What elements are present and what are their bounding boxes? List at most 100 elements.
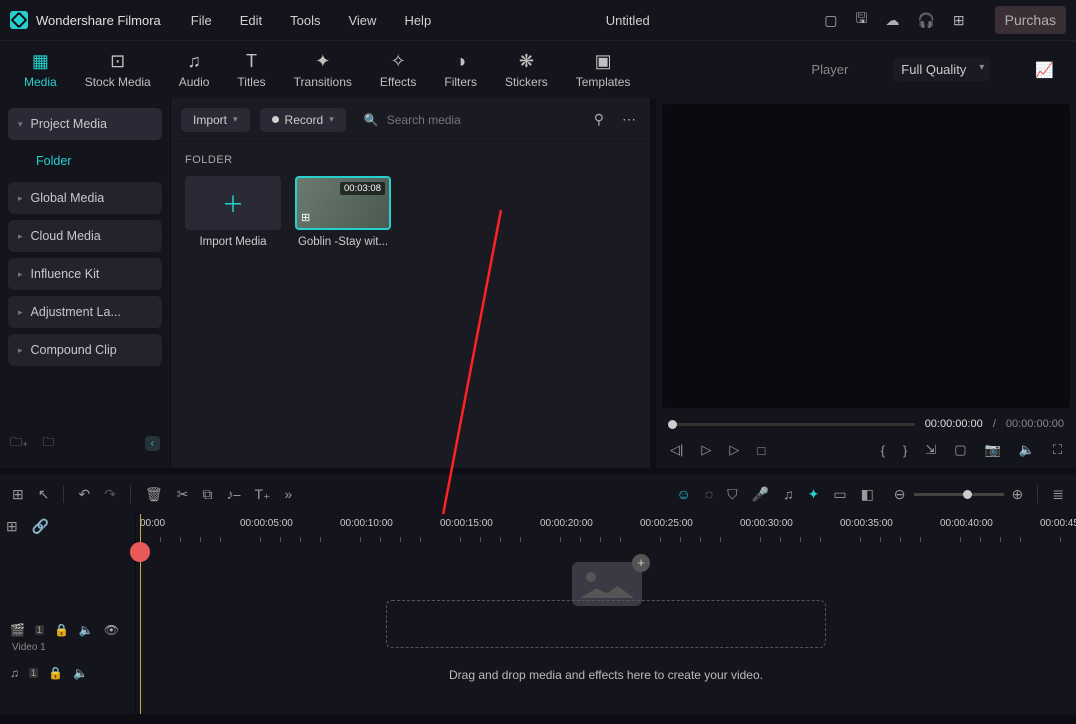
track-height-icon[interactable]: ≣ xyxy=(1052,486,1064,503)
tab-transitions[interactable]: ✦ Transitions xyxy=(280,41,366,98)
scene-detect-icon: ⊞ xyxy=(301,211,310,224)
export-icon[interactable]: ⇲ xyxy=(925,442,936,458)
music-icon[interactable]: ♫ xyxy=(783,486,794,502)
mute-icon[interactable]: 🔈 xyxy=(73,666,88,680)
preview-panel: 00:00:00:00 / 00:00:00:00 ◁| ▷ ▷ □ { } ⇲… xyxy=(656,98,1076,468)
ruler-tick: 00:00 xyxy=(140,518,165,529)
mic-icon[interactable]: 🎤 xyxy=(752,486,769,503)
drop-zone[interactable] xyxy=(386,600,826,648)
fullscreen-icon[interactable]: ⛶ xyxy=(1053,442,1062,458)
sidebar-item-global-media[interactable]: ▸Global Media xyxy=(8,182,162,214)
visibility-icon[interactable]: 👁 xyxy=(104,623,119,637)
undo-icon[interactable]: ↶ xyxy=(78,486,90,503)
grid-icon[interactable]: ⊞ xyxy=(12,486,24,503)
menu-help[interactable]: Help xyxy=(404,13,431,28)
quality-select[interactable]: Full Quality xyxy=(893,58,990,81)
circle-tool-icon[interactable]: ◌ xyxy=(705,486,713,502)
zoom-slider[interactable] xyxy=(914,493,1004,496)
audio-track-header[interactable]: ♫1 🔒 🔈 xyxy=(0,657,135,689)
progress-slider[interactable] xyxy=(668,423,915,426)
play-forward-icon[interactable]: ▷ xyxy=(729,442,739,458)
sidebar-item-compound-clip[interactable]: ▸Compound Clip xyxy=(8,334,162,366)
tab-transitions-label: Transitions xyxy=(294,75,352,89)
sidebar-item-label: Compound Clip xyxy=(31,343,117,357)
import-button[interactable]: Import▾ xyxy=(181,108,250,132)
tab-audio[interactable]: ♫Audio xyxy=(165,41,224,98)
sidebar-item-adjustment-layer[interactable]: ▸Adjustment La... xyxy=(8,296,162,328)
purchase-button[interactable]: Purchas xyxy=(995,6,1066,34)
total-time: 00:00:00:00 xyxy=(1006,418,1064,430)
support-icon[interactable]: 🎧 xyxy=(917,12,934,29)
sidebar-sub-folder[interactable]: Folder xyxy=(8,146,162,176)
menu-tools[interactable]: Tools xyxy=(290,13,320,28)
chevron-down-icon: ▾ xyxy=(233,114,238,125)
add-track-icon[interactable]: ⊞ xyxy=(6,518,18,535)
sidebar-item-cloud-media[interactable]: ▸Cloud Media xyxy=(8,220,162,252)
tab-titles[interactable]: TTitles xyxy=(223,41,279,98)
snapshot-icon[interactable]: 📈 xyxy=(1035,61,1054,79)
media-clip[interactable]: 00:03:08 ⊞ Goblin -Stay wit... xyxy=(295,176,391,248)
track-area[interactable]: 00:0000:00:05:0000:00:10:0000:00:15:0000… xyxy=(136,514,1076,714)
filter-icon[interactable]: ⚲ xyxy=(590,111,608,128)
volume-icon[interactable]: 🔈 xyxy=(1019,442,1035,458)
lock-icon[interactable]: 🔒 xyxy=(48,666,63,680)
cloud-icon[interactable]: ☁ xyxy=(885,12,899,29)
ruler-tick: 00:00:20:00 xyxy=(540,518,593,529)
prev-frame-icon[interactable]: ◁| xyxy=(670,442,683,458)
mark-out-icon[interactable]: } xyxy=(903,443,907,458)
search-input[interactable] xyxy=(387,113,572,127)
tab-effects[interactable]: ✧Effects xyxy=(366,41,430,98)
sidebar-item-project-media[interactable]: ▾Project Media xyxy=(8,108,162,140)
beat-icon[interactable]: ♪⎯ xyxy=(226,486,240,503)
caption-icon[interactable]: ◧ xyxy=(861,486,874,503)
mark-in-icon[interactable]: { xyxy=(881,443,885,458)
save-icon[interactable]: 🖫 xyxy=(856,8,868,32)
menu-edit[interactable]: Edit xyxy=(240,13,262,28)
zoom-out-icon[interactable]: ⊖ xyxy=(894,486,906,503)
preview-viewport[interactable] xyxy=(662,104,1070,408)
cut-icon[interactable]: ✂ xyxy=(177,486,189,503)
ai-icon[interactable]: ☺ xyxy=(677,486,691,502)
monitor-icon[interactable]: ▢ xyxy=(954,442,966,458)
snapshot-icon[interactable]: 📷 xyxy=(985,442,1001,458)
mute-icon[interactable]: 🔈 xyxy=(79,623,94,637)
crop-icon[interactable]: ⧉ xyxy=(202,486,212,503)
ruler-tick: 00:00:35:00 xyxy=(840,518,893,529)
text-icon[interactable]: T₊ xyxy=(254,486,270,503)
lock-icon[interactable]: 🔒 xyxy=(54,623,69,637)
delete-icon[interactable]: 🗑 xyxy=(145,486,163,503)
zoom-in-icon[interactable]: ⊕ xyxy=(1012,486,1024,503)
playhead[interactable] xyxy=(140,514,141,714)
apps-icon[interactable]: ⊞ xyxy=(953,12,965,29)
tab-stickers[interactable]: ❋Stickers xyxy=(491,41,562,98)
tab-filters[interactable]: ◑Filters xyxy=(430,41,491,98)
stop-icon[interactable]: □ xyxy=(757,443,765,458)
keyframe-icon[interactable]: ✦ xyxy=(808,486,820,503)
link-icon[interactable]: 🔗 xyxy=(32,518,49,535)
tab-media[interactable]: ▦Media xyxy=(10,41,71,98)
more-tools-icon[interactable]: » xyxy=(284,486,292,502)
chevron-right-icon: ▸ xyxy=(18,269,23,280)
media-toolbar: Import▾ Record▾ 🔍 ⚲ ⋯ xyxy=(171,98,650,142)
sidebar-item-influence-kit[interactable]: ▸Influence Kit xyxy=(8,258,162,290)
transitions-icon: ✦ xyxy=(315,51,330,72)
play-icon[interactable]: ▷ xyxy=(701,442,711,458)
more-icon[interactable]: ⋯ xyxy=(618,111,640,128)
record-button[interactable]: Record▾ xyxy=(260,108,346,132)
import-media-card[interactable]: ＋ Import Media xyxy=(185,176,281,248)
menu-file[interactable]: File xyxy=(191,13,212,28)
tab-stock-media[interactable]: ⊡Stock Media xyxy=(71,41,165,98)
menu-view[interactable]: View xyxy=(348,13,376,28)
collapse-sidebar-icon[interactable]: ‹ xyxy=(145,436,160,451)
layout-icon[interactable]: ▢ xyxy=(824,12,837,29)
aspect-icon[interactable]: ▭ xyxy=(833,486,846,503)
time-ruler[interactable]: 00:0000:00:05:0000:00:10:0000:00:15:0000… xyxy=(136,514,1076,544)
cursor-icon[interactable]: ↖ xyxy=(38,486,50,503)
new-folder-icon[interactable]: 🗀₊ xyxy=(10,433,28,454)
folder-icon[interactable]: 🗀 xyxy=(42,433,54,454)
tab-templates[interactable]: ▣Templates xyxy=(562,41,645,98)
redo-icon[interactable]: ↷ xyxy=(104,486,116,503)
shield-icon[interactable]: ⛉ xyxy=(727,486,738,503)
clip-thumbnail: 00:03:08 ⊞ xyxy=(295,176,391,230)
tab-filters-label: Filters xyxy=(444,75,477,89)
